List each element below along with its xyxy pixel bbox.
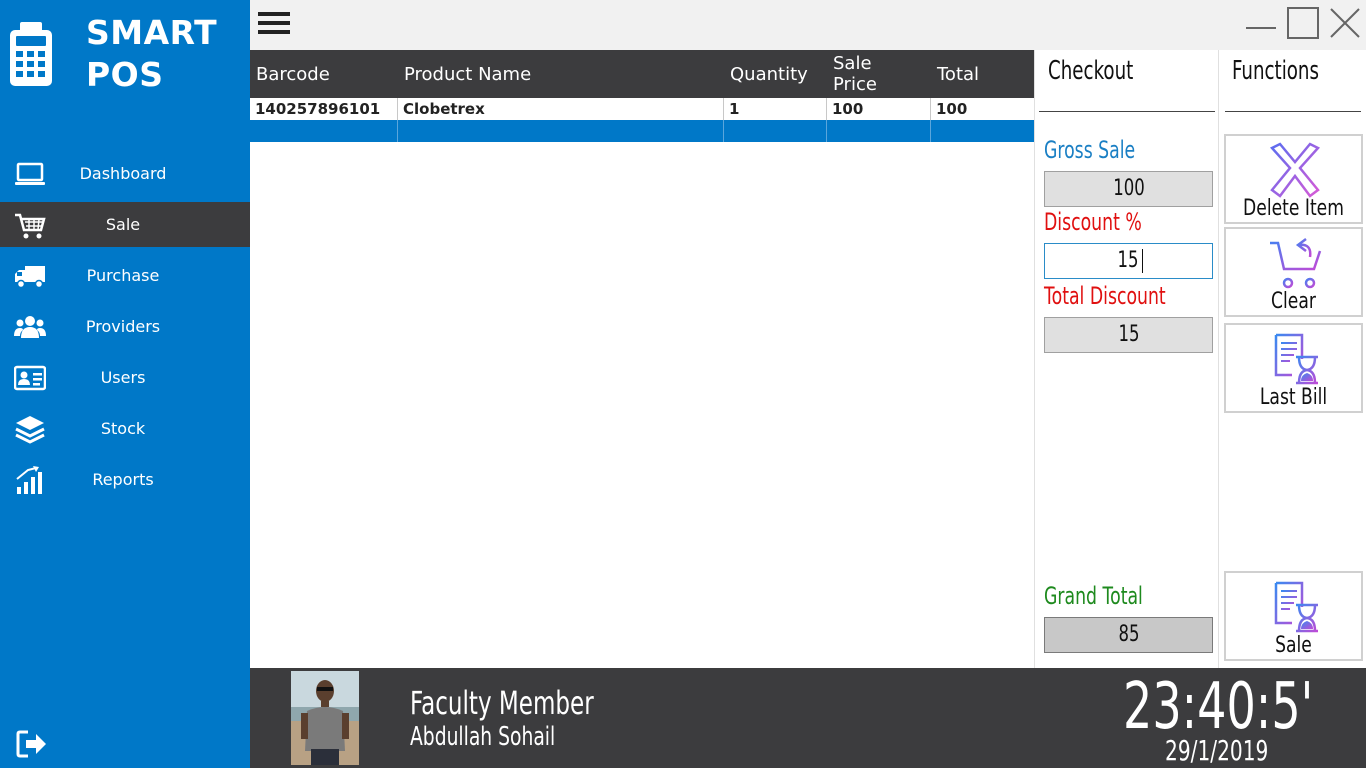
- pos-terminal-icon: [10, 22, 52, 86]
- minimize-icon[interactable]: [1244, 6, 1278, 40]
- clock-date: 29/1/2019: [1165, 734, 1269, 767]
- functions-title: Functions: [1232, 56, 1320, 86]
- checkout-divider: [1039, 111, 1215, 112]
- logout-icon[interactable]: [16, 730, 48, 758]
- grid-header: Barcode Product Name Quantity Sale Price…: [250, 50, 1034, 98]
- gross-sale-label: Gross Sale: [1044, 136, 1136, 164]
- functions-panel: Functions Delete Item Clear Last Bill Sa…: [1218, 50, 1366, 668]
- table-row-new[interactable]: [250, 120, 1034, 142]
- cell-product-name[interactable]: Clobetrex: [398, 98, 724, 120]
- cell-total[interactable]: [931, 120, 1034, 142]
- sale-button[interactable]: Sale: [1224, 571, 1363, 661]
- users-group-icon: [14, 316, 46, 338]
- sidebar-item-label: Purchase: [86, 266, 160, 285]
- grand-total-label: Grand Total: [1044, 582, 1143, 610]
- cell-quantity[interactable]: 1: [724, 98, 827, 120]
- hamburger-menu-icon[interactable]: [258, 12, 290, 36]
- last-bill-label: Last Bill: [1259, 385, 1328, 410]
- delete-item-button[interactable]: Delete Item: [1224, 134, 1363, 224]
- sidebar-item-label: Dashboard: [79, 164, 167, 183]
- sidebar: SMART POS Dashboard Sale Purchase Provid…: [0, 0, 250, 768]
- close-icon[interactable]: [1328, 6, 1362, 40]
- total-discount-value: 15: [1044, 317, 1213, 353]
- total-discount-label: Total Discount: [1044, 282, 1166, 310]
- discount-text: 15: [1117, 248, 1139, 273]
- text-caret: [1142, 249, 1143, 273]
- sidebar-item-users[interactable]: Users: [0, 355, 250, 400]
- cell-barcode[interactable]: 140257896101: [250, 98, 398, 120]
- cart-icon: [15, 213, 46, 239]
- cell-quantity[interactable]: [724, 120, 827, 142]
- sidebar-item-label: Providers: [85, 317, 161, 336]
- last-bill-button[interactable]: Last Bill: [1224, 323, 1363, 413]
- clear-label: Clear: [1271, 289, 1316, 314]
- cell-sale-price[interactable]: 100: [827, 98, 931, 120]
- maximize-icon[interactable]: [1286, 6, 1320, 40]
- clear-button[interactable]: Clear: [1224, 227, 1363, 317]
- checkout-title: Checkout: [1048, 56, 1134, 86]
- grand-total-value: 85: [1044, 617, 1213, 653]
- sidebar-item-purchase[interactable]: Purchase: [0, 253, 250, 298]
- cell-total[interactable]: 100: [931, 98, 1034, 120]
- sale-label: Sale: [1275, 633, 1312, 658]
- product-grid[interactable]: Barcode Product Name Quantity Sale Price…: [250, 50, 1034, 668]
- gross-sale-value: 100: [1044, 171, 1213, 207]
- app-title-line1: SMART: [86, 13, 218, 52]
- sidebar-item-reports[interactable]: Reports: [0, 457, 250, 502]
- id-card-icon: [14, 365, 46, 391]
- cell-barcode[interactable]: [250, 120, 398, 142]
- sidebar-item-dashboard[interactable]: Dashboard: [0, 151, 250, 196]
- avatar-photo-icon: [291, 671, 359, 765]
- discount-label: Discount %: [1044, 208, 1142, 236]
- app-title: SMART POS: [86, 12, 217, 96]
- laptop-icon: [15, 162, 45, 185]
- bar-chart-icon: [16, 466, 42, 494]
- user-role: Faculty Member: [410, 684, 594, 722]
- functions-divider: [1225, 111, 1361, 112]
- column-header-quantity[interactable]: Quantity: [724, 50, 827, 98]
- sidebar-item-sale[interactable]: Sale: [0, 202, 250, 247]
- user-name: Abdullah Sohail: [410, 722, 556, 752]
- total-discount-text: 15: [1118, 322, 1139, 347]
- truck-icon: [15, 266, 45, 289]
- layers-icon: [15, 416, 45, 444]
- cell-sale-price[interactable]: [827, 120, 931, 142]
- sidebar-item-label: Stock: [100, 419, 146, 438]
- sidebar-item-label: Reports: [92, 470, 154, 489]
- column-header-total[interactable]: Total: [931, 50, 1034, 98]
- sidebar-item-stock[interactable]: Stock: [0, 406, 250, 451]
- table-row[interactable]: 140257896101 Clobetrex 1 100 100: [250, 98, 1034, 120]
- top-bar: [250, 0, 1366, 50]
- avatar: [291, 671, 359, 765]
- checkout-panel: Checkout Gross Sale 100 Discount % 15 To…: [1034, 50, 1218, 668]
- column-header-sale-price[interactable]: Sale Price: [827, 50, 897, 98]
- cart-clear-icon: [1270, 238, 1322, 289]
- sidebar-item-label: Users: [100, 368, 146, 387]
- sidebar-item-label: Sale: [105, 215, 141, 234]
- sale-receipt-icon: [1274, 581, 1318, 633]
- sidebar-item-providers[interactable]: Providers: [0, 304, 250, 349]
- delete-item-label: Delete Item: [1243, 196, 1344, 221]
- cell-product-name[interactable]: [398, 120, 724, 142]
- delete-x-icon: [1269, 142, 1321, 198]
- app-title-line2: POS: [86, 55, 164, 94]
- grand-total-text: 85: [1118, 622, 1139, 647]
- column-header-product-name[interactable]: Product Name: [398, 50, 724, 98]
- column-header-barcode[interactable]: Barcode: [250, 50, 398, 98]
- clock-time: 23:40:5': [1123, 670, 1314, 744]
- bill-hourglass-icon: [1274, 333, 1318, 385]
- gross-sale-text: 100: [1112, 176, 1145, 201]
- footer-bar: Faculty Member Abdullah Sohail 23:40:5' …: [250, 668, 1366, 768]
- discount-input[interactable]: 15: [1044, 243, 1213, 279]
